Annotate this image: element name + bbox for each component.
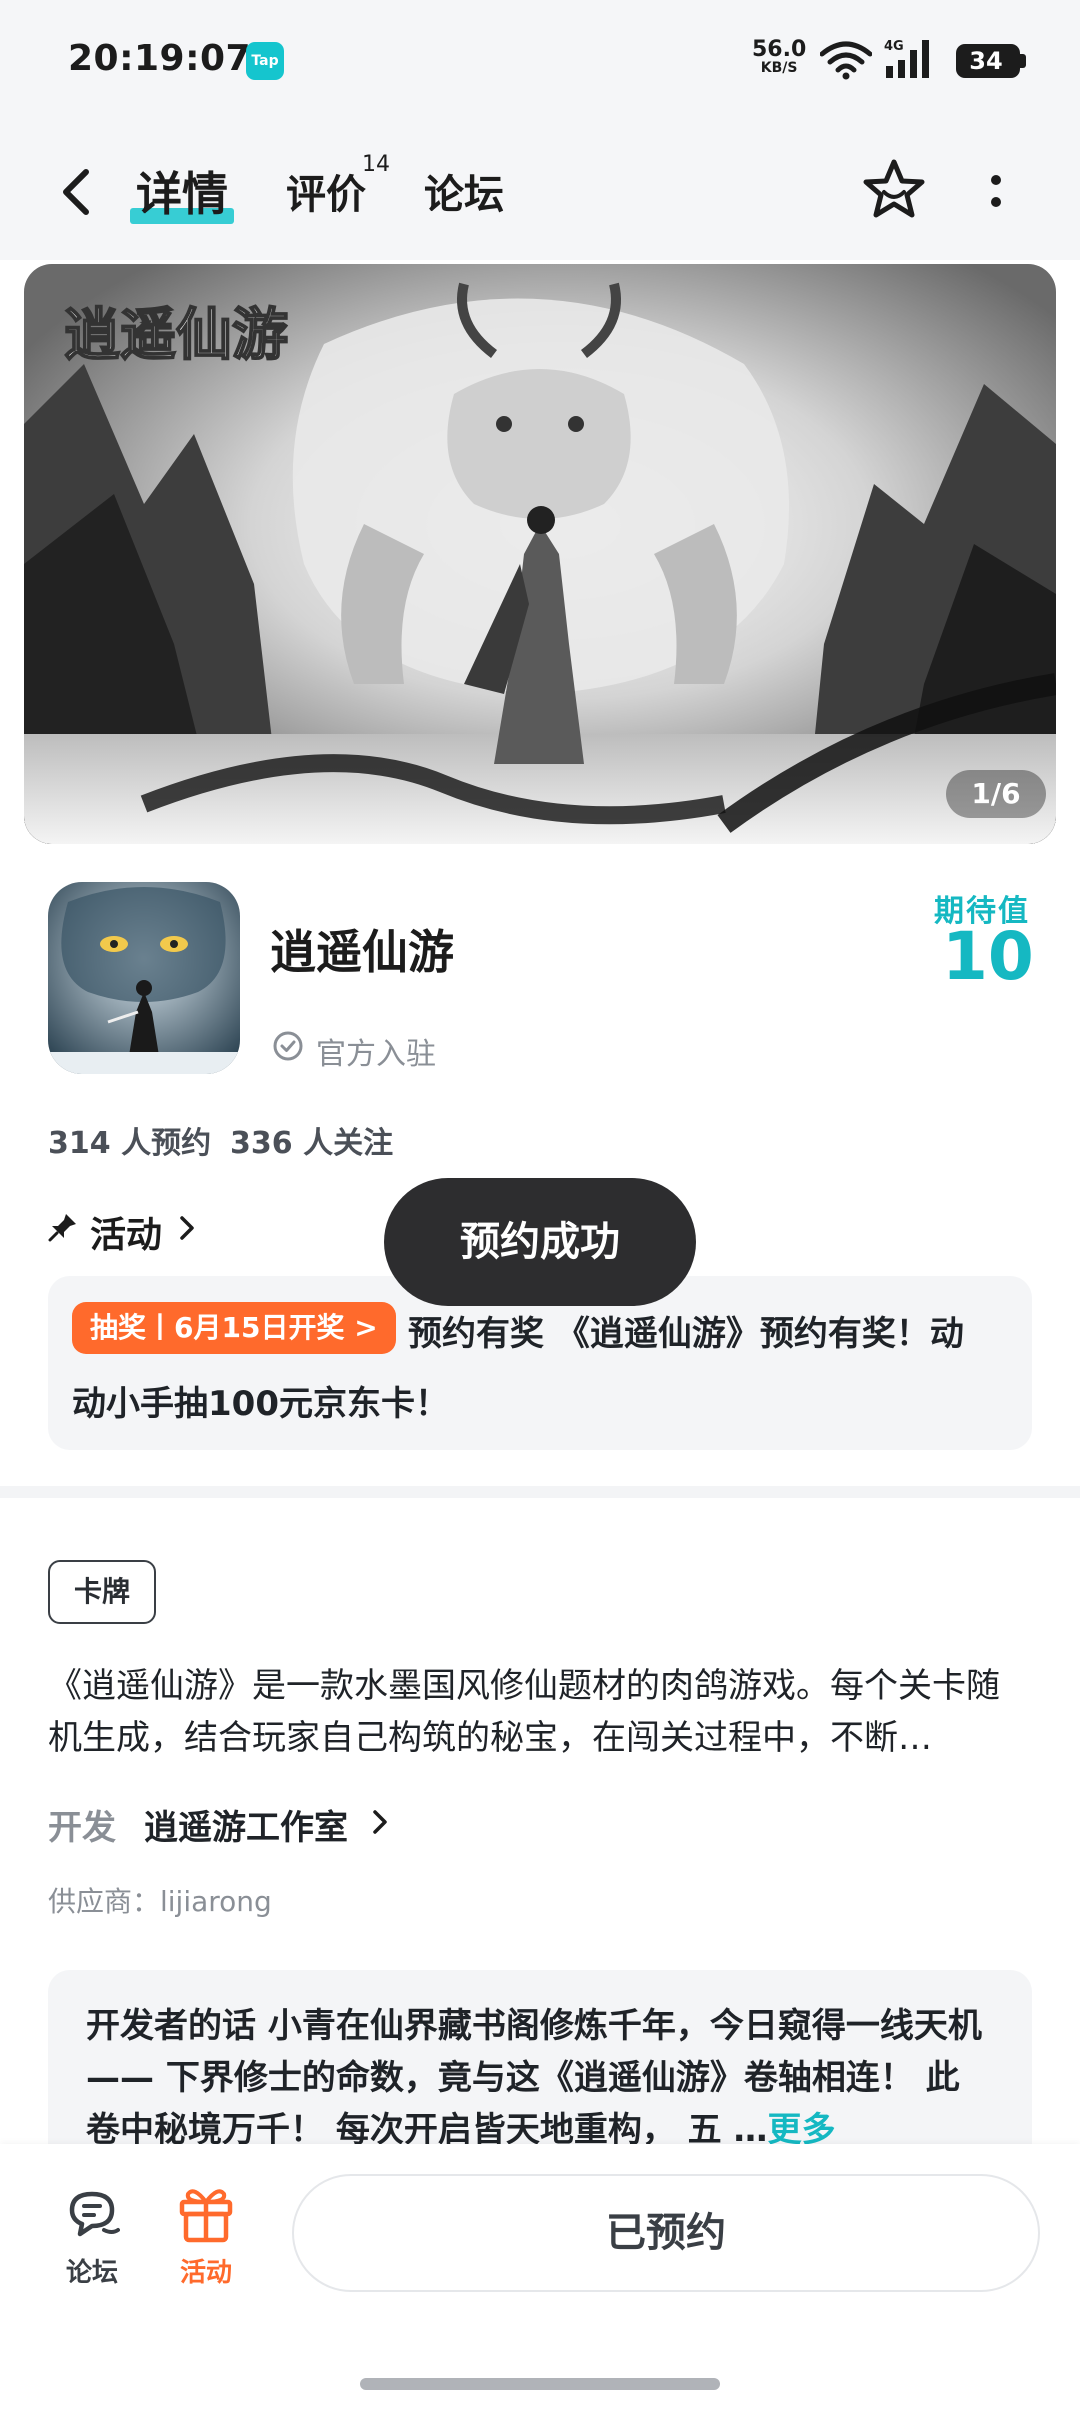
genre-tag[interactable]: 卡牌 [48,1560,156,1624]
tab-forum[interactable]: 论坛 [424,162,504,220]
developer-note-title: 开发者的话 [86,2006,256,2046]
battery-level: 34 [969,47,1003,75]
reservation-count: 314 人预约 [48,1126,212,1161]
net-speed-value: 56.0 [752,37,807,62]
game-title: 逍遥仙游 [270,925,454,979]
status-time: 20:19:07 [68,38,252,79]
cellular-signal-icon: 4G [884,39,929,78]
pin-icon [48,1214,76,1242]
expectation-score: 10 [942,918,1034,995]
activity-text-line1: 预约有奖 《逍遥仙游》预约有奖！动 [408,1314,964,1354]
chevron-right-icon [373,1810,387,1834]
gift-icon[interactable] [176,2182,236,2244]
official-label: 官方入驻 [316,1037,436,1072]
battery-tip [1020,54,1026,68]
chevron-right-icon [180,1216,194,1240]
screenshot-carousel[interactable]: 逍遥仙游 [24,264,1056,844]
home-indicator[interactable] [360,2378,720,2390]
lottery-tag[interactable]: 抽奖丨6月15日开奖 > [72,1302,396,1354]
svg-text:4G: 4G [884,39,904,54]
game-description[interactable]: 《逍遥仙游》是一款水墨国风修仙题材的肉鸽游戏。每个关卡随机生成，结合玩家自己构筑… [48,1660,1032,1764]
carousel-counter: 1/6 [946,770,1046,818]
supplier-info: 供应商：lijiarong [48,1885,272,1918]
back-arrow-icon[interactable] [52,160,102,224]
activity-tab-label[interactable]: 活动 [180,2252,232,2289]
tab-details[interactable]: 详情 [136,158,228,224]
tab-reviews[interactable]: 评价 [286,162,366,220]
game-app-icon[interactable] [48,882,240,1074]
wifi-icon [820,41,872,80]
net-speed-unit: KB/S [760,60,798,76]
reservation-success-toast: 预约成功 [384,1178,696,1306]
forum-tab-label[interactable]: 论坛 [66,2252,118,2289]
section-divider [0,1486,1080,1498]
follower-count: 336 人关注 [230,1126,394,1161]
tap-app-icon: Tap [246,42,284,80]
forum-chat-icon[interactable] [64,2186,120,2242]
developer-link[interactable]: 逍遥游工作室 [144,1800,348,1849]
more-options-icon[interactable] [982,170,1010,214]
net-speed: 56.0 KB/S [752,37,807,77]
developer-label: 开发 [48,1808,116,1848]
activity-text-line2: 动小手抽100元京东卡！ [72,1384,449,1424]
banner-logo: 逍遥仙游 [64,302,288,368]
star-icon[interactable] [860,156,928,224]
banner-artwork: 逍遥仙游 [24,264,1056,844]
activity-section-link[interactable]: 活动 [90,1206,162,1258]
developer-note-text: 开发者的话 小青在仙界藏书阁修炼千年，今日窥得一线天机 —— 下界修士的命数，竟… [86,2000,986,2156]
verified-check-icon [273,1031,303,1061]
reserved-button[interactable]: 已预约 [292,2174,1040,2292]
review-count: 14 [362,152,390,177]
